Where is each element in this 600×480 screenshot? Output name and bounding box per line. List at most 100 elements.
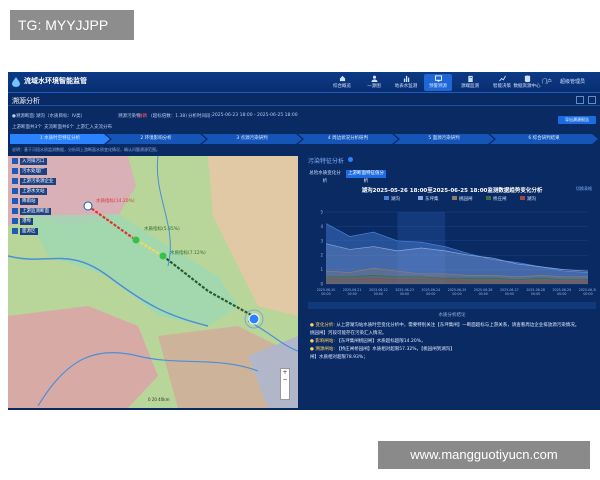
step-1[interactable]: 1 水质时空特征分析 bbox=[10, 134, 110, 144]
nav-item-source-monitoring[interactable]: 源端监测 bbox=[456, 74, 484, 91]
upstream-count: 上游断面共3个 bbox=[12, 125, 42, 130]
legend-swatch bbox=[418, 196, 423, 200]
app-title: 流域水环境智能监管 bbox=[24, 77, 87, 85]
nav-label: 预警溯源 bbox=[429, 84, 447, 89]
y-tick-label: 5 bbox=[320, 210, 323, 215]
step-2[interactable]: 2 环境影响分析 bbox=[106, 134, 206, 144]
step-hint: 说明：基于河段水质监测数据，分析同上游断面水质变化情况，确认问题溯源范围。 bbox=[12, 147, 160, 152]
pollutant-range: (超标倍数：1.38) bbox=[151, 114, 188, 119]
nav-item-overview[interactable]: 综合概览 bbox=[328, 74, 356, 91]
tributary-distribution: 上游汇入支流分布 bbox=[76, 125, 112, 130]
map-station-label: 水质指标(14.20%) bbox=[96, 199, 135, 204]
legend-swatch bbox=[486, 196, 491, 200]
target-section-marker bbox=[248, 313, 260, 325]
note-line: ● 溯源闸站: 【桥庄闸桥园闸】水质相对超限57.32%，【桃园闸到湖沟】 bbox=[310, 347, 455, 352]
legend-area[interactable]: 面源区 bbox=[12, 228, 62, 235]
legend-label[interactable]: 湖沟 bbox=[391, 195, 400, 202]
rain-icon bbox=[12, 198, 18, 204]
legend-station[interactable]: 上游水文站 bbox=[12, 188, 62, 195]
minimize-icon[interactable] bbox=[576, 96, 584, 104]
nav-label: 一源图 bbox=[367, 84, 381, 89]
note-line: 闸】水质相对超限78.93%； bbox=[310, 355, 368, 360]
analysis-steps: 1 水质时空特征分析 2 环境影响分析 3 点源污染研判 4 周边状况分析研判 … bbox=[10, 134, 598, 144]
time-range: 2025-06-23 18:00 - 2025-06-25 18:00 bbox=[212, 113, 298, 118]
legend-label[interactable]: 东坪集 bbox=[425, 195, 439, 202]
zoom-control[interactable]: + − bbox=[280, 368, 290, 400]
map-station-label: 水质指标(7.12%) bbox=[170, 251, 206, 256]
station-marker bbox=[132, 236, 140, 244]
x-tick-label: 00:00 bbox=[374, 292, 383, 296]
zoom-in-button[interactable]: + bbox=[281, 369, 289, 376]
legend-outlet[interactable]: 入河排污口 bbox=[12, 158, 62, 165]
panel-title: 污染特征分析 bbox=[308, 158, 345, 165]
nav-label: 智能决策 bbox=[493, 84, 511, 89]
tributary-count: 支流断面共6个 bbox=[44, 125, 74, 130]
nav-item-data-center[interactable]: 数据资源中心 bbox=[513, 74, 541, 91]
user-menu[interactable]: 超级管理员 bbox=[560, 78, 585, 85]
legend-port[interactable]: 港埠 bbox=[12, 218, 62, 225]
legend-section[interactable]: 上游监测断面 bbox=[12, 208, 62, 215]
zoom-out-button[interactable]: − bbox=[281, 376, 289, 383]
legend-label[interactable]: 湖沟 bbox=[527, 195, 536, 202]
nav-label: 综合概览 bbox=[333, 84, 351, 89]
app-window: 流域水环境智能监管 综合概览 一源图 地表水监测 预警溯源 源端监测 智能决策 … bbox=[8, 72, 600, 410]
water-drop-icon bbox=[12, 77, 20, 87]
note-line: 桃园闸】河段可能存在污染汇入情况。 bbox=[310, 331, 387, 336]
y-tick-label: 3 bbox=[320, 238, 323, 243]
x-tick-label: 00:00 bbox=[479, 292, 488, 296]
pollutant-value: 总磷 bbox=[138, 114, 147, 119]
user-icon bbox=[370, 75, 378, 82]
nav-item-source-map[interactable]: 一源图 bbox=[360, 74, 388, 91]
step-4[interactable]: 4 周边状况分析研判 bbox=[298, 134, 398, 144]
step-5[interactable]: 5 面源污染研判 bbox=[394, 134, 494, 144]
x-tick-label: 00:00 bbox=[400, 292, 409, 296]
section-icon bbox=[12, 208, 18, 214]
close-icon[interactable] bbox=[588, 96, 596, 104]
legend-factory[interactable]: 上游污染源企业 bbox=[12, 178, 62, 185]
legend-label[interactable]: 桥庄闸 bbox=[493, 195, 507, 202]
factory-icon bbox=[12, 178, 18, 184]
map-station-label: 水质指标(5.35%) bbox=[144, 227, 180, 232]
divider bbox=[8, 105, 600, 106]
station-value: 湖沟（水质目标：Ⅳ类） bbox=[36, 114, 86, 119]
help-icon[interactable] bbox=[348, 157, 353, 162]
website-watermark: www.mangguotiyucn.com bbox=[378, 441, 590, 469]
x-tick-label: 00:00 bbox=[531, 292, 540, 296]
note-line: ● 影响闸站: 【东坪集闸桃园闸】水质超标超限14.20%， bbox=[310, 339, 426, 344]
nav-item-surface-water[interactable]: 地表水监测 bbox=[392, 74, 420, 91]
monitor-icon bbox=[434, 75, 442, 82]
step-6[interactable]: 6 综合研判结果 bbox=[490, 134, 598, 144]
legend-plant[interactable]: 污水处理厂 bbox=[12, 168, 62, 175]
app-header: 流域水环境智能监管 综合概览 一源图 地表水监测 预警溯源 源端监测 智能决策 … bbox=[8, 72, 600, 93]
y-tick-label: 4 bbox=[320, 224, 323, 229]
nav-label: 地表水监测 bbox=[394, 84, 418, 89]
chart-title: 湖沟2025-05-26 18:00至2025-06-25 18:00监测数据趋… bbox=[361, 188, 543, 194]
portal-link[interactable]: 门户 bbox=[542, 78, 552, 85]
trend-chart: 0123452025-06-2000:002025-06-2100:002025… bbox=[317, 210, 596, 297]
nav-item-warning-trace[interactable]: 预警溯源 bbox=[424, 74, 452, 91]
export-report-button[interactable]: 导出溯源报告 bbox=[558, 116, 596, 124]
legend-label[interactable]: 桃园闸 bbox=[459, 195, 473, 202]
map-view[interactable]: 入河排污口 污水处理厂 上游污染源企业 上游水文站 降雨站 上游监测断面 港埠 … bbox=[8, 156, 298, 408]
analysis-panel: 污染特征分析 总险水质变化分析 上游断面特征值分析 切换表格 湖沟2025-05… bbox=[304, 156, 600, 408]
chart-icon bbox=[498, 75, 506, 82]
x-tick-label: 00:00 bbox=[426, 292, 435, 296]
note-line: ● 变化分析: 从上游湖沟站水质时空变化分析中，需要特别关注【东坪集闸】一断面超… bbox=[310, 323, 580, 328]
tab-trend[interactable]: 总险水质变化分析 bbox=[308, 170, 342, 184]
y-tick-label: 1 bbox=[320, 267, 323, 272]
tab-upstream[interactable]: 上游断面特征值分析 bbox=[346, 170, 386, 184]
nav-item-decision[interactable]: 智能决策 bbox=[488, 74, 516, 91]
y-tick-label: 0 bbox=[320, 282, 323, 287]
home-icon bbox=[339, 75, 345, 82]
area-icon bbox=[12, 228, 18, 234]
legend-rain[interactable]: 降雨站 bbox=[12, 198, 62, 205]
telegram-tag: TG: MYYJJPP bbox=[10, 10, 134, 40]
bar-chart-icon bbox=[403, 75, 409, 82]
building-icon bbox=[467, 75, 473, 82]
x-tick-label: 00:00 bbox=[321, 292, 330, 296]
step-3[interactable]: 3 点源污染研判 bbox=[202, 134, 302, 144]
outlet-icon bbox=[12, 158, 18, 164]
legend-swatch bbox=[452, 196, 457, 200]
map-scale: 0 20 40km bbox=[148, 397, 170, 402]
database-icon bbox=[524, 75, 530, 82]
